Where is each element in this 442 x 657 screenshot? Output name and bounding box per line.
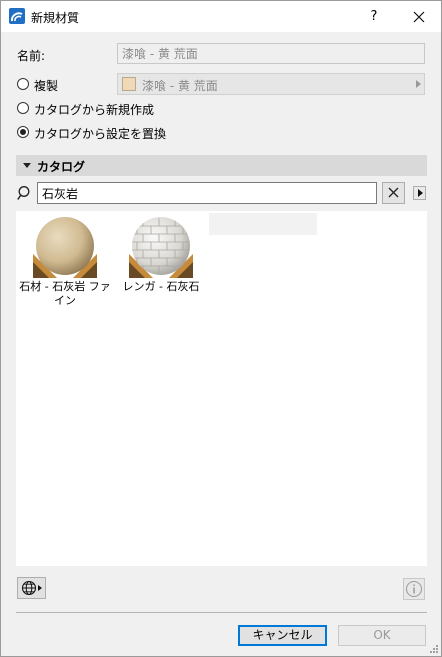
dropdown-arrow-icon — [416, 80, 421, 88]
replace-from-catalog-label[interactable]: カタログから設定を置換 — [34, 125, 166, 142]
catalog-options-button[interactable] — [413, 186, 426, 200]
footer-divider — [16, 612, 427, 613]
name-label: 名前: — [17, 49, 46, 63]
replace-from-catalog-radio[interactable] — [17, 126, 29, 138]
catalog-item-label: レンガ - 石灰石 — [122, 280, 200, 293]
collapse-triangle-icon[interactable] — [23, 163, 31, 168]
material-color-swatch — [122, 77, 136, 91]
catalog-scroll-strip — [209, 213, 317, 235]
globe-icon — [21, 580, 42, 596]
duplicate-material-value: 漆喰 - 黄 荒面 — [142, 79, 218, 93]
cancel-button[interactable]: キャンセル — [238, 625, 327, 646]
catalog-search-input[interactable] — [37, 182, 377, 204]
ok-button[interactable]: OK — [338, 625, 426, 646]
info-button[interactable] — [403, 578, 425, 600]
window-title: 新規材質 — [31, 11, 80, 25]
brick-sphere-thumbnail — [129, 214, 193, 278]
search-icon — [17, 186, 30, 200]
catalog-section-header[interactable]: カタログ — [16, 155, 427, 176]
play-triangle-icon — [418, 189, 423, 197]
help-button[interactable]: ? — [359, 5, 389, 29]
new-from-catalog-label[interactable]: カタログから新規作成 — [34, 101, 154, 118]
catalog-item-label: 石材 - 石灰岩 ファイン — [19, 280, 111, 307]
duplicate-label: 複製 — [34, 79, 59, 93]
duplicate-material-dropdown: 漆喰 - 黄 荒面 — [117, 73, 425, 95]
resize-grip-icon[interactable] — [429, 644, 439, 654]
clear-search-button[interactable] — [382, 182, 405, 204]
new-material-dialog: 新規材質 ? 名前: 漆喰 - 黄 荒面 複製 漆喰 - 黄 荒面 カタログから… — [0, 0, 442, 657]
name-field: 漆喰 - 黄 荒面 — [117, 43, 425, 64]
sandstone-sphere-thumbnail — [33, 214, 97, 278]
close-icon[interactable] — [401, 5, 437, 29]
duplicate-radio[interactable] — [17, 78, 29, 90]
library-source-button[interactable] — [17, 577, 46, 599]
radio-selected-dot — [20, 129, 26, 135]
new-from-catalog-radio[interactable] — [17, 102, 29, 114]
clear-icon — [388, 187, 399, 198]
info-icon — [406, 581, 422, 597]
title-bar: 新規材質 ? — [1, 1, 441, 32]
archicad-app-icon — [9, 8, 25, 24]
catalog-title: カタログ — [37, 160, 86, 174]
